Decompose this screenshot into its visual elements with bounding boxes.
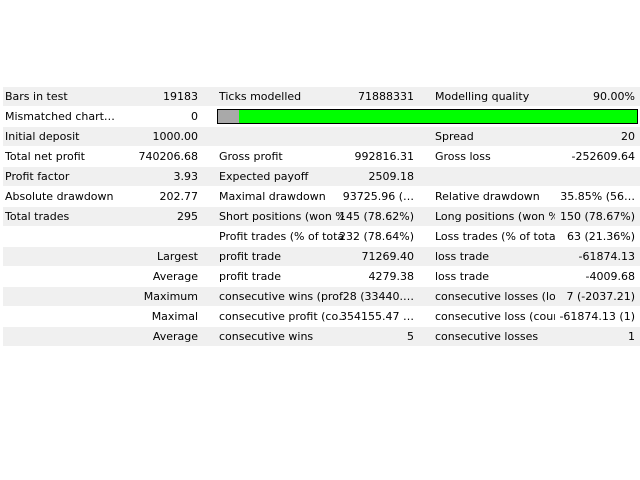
- row-label: [435, 167, 555, 186]
- report-row: Largest profit trade 71269.40 loss trade -61…: [3, 247, 640, 267]
- row-value: 232 (78.64%): [338, 230, 414, 243]
- report-row: Absolute drawdown 202.77 Maximal drawdown 9…: [3, 187, 640, 207]
- row-label: Initial deposit: [5, 130, 80, 143]
- row-value: -61874.13: [578, 250, 635, 263]
- row-label: [5, 247, 125, 266]
- row-label: Maximal drawdown: [219, 190, 326, 203]
- row-value: 145 (78.62%): [338, 210, 414, 223]
- row-value: 35.85% (56…: [560, 190, 635, 203]
- report-row: Average consecutive wins 5 consecutive loss…: [3, 327, 640, 347]
- report-row: Bars in test 19183 Ticks modelled 71888331 M…: [3, 87, 640, 107]
- row-value: [113, 227, 198, 246]
- row-label: profit trade: [219, 270, 282, 283]
- row-label: consecutive profit (co…: [219, 310, 344, 323]
- report-row: Maximum consecutive wins (prof… 28 (33440.…: [3, 287, 640, 307]
- row-value: 1000.00: [152, 130, 199, 143]
- row-value: 150 (78.67%): [559, 210, 635, 223]
- row-label: Short positions (won %): [219, 210, 344, 223]
- row-value: -4009.68: [585, 270, 635, 283]
- modelling-quality-bar-fill: [238, 110, 637, 123]
- row-label: Long positions (won %): [435, 210, 555, 223]
- report-row: Total trades 295 Short positions (won %) 14…: [3, 207, 640, 227]
- row-label: Modelling quality: [435, 90, 530, 103]
- row-label: consecutive loss (coun…: [435, 310, 555, 323]
- report-row: Profit factor 3.93 Expected payoff 2509.18: [3, 167, 640, 187]
- report-row: Profit trades (% of total) 232 (78.64%) Lo…: [3, 227, 640, 247]
- row-label: profit trade: [219, 250, 282, 263]
- row-label: consecutive wins (prof…: [219, 290, 344, 303]
- row-label: Gross profit: [219, 150, 283, 163]
- row-value: 63 (21.36%): [566, 230, 635, 243]
- row-label: [5, 287, 125, 306]
- row-value: Average: [152, 330, 198, 343]
- row-value: 5: [407, 330, 414, 343]
- row-value: 4279.38: [368, 270, 415, 283]
- row-label: loss trade: [435, 250, 490, 263]
- row-label: Total net profit: [5, 150, 85, 163]
- row-value: 3.93: [173, 170, 199, 183]
- row-label: consecutive wins: [219, 330, 314, 343]
- row-value: 992816.31: [354, 150, 415, 163]
- row-value: Maximum: [143, 290, 198, 303]
- row-label: [5, 267, 125, 286]
- row-value: 354155.47 …: [340, 310, 414, 323]
- row-label: loss trade: [435, 270, 490, 283]
- report-row: Mismatched chart… 0: [3, 107, 640, 127]
- report-row: Total net profit 740206.68 Gross profit 992…: [3, 147, 640, 167]
- row-label: [5, 227, 125, 246]
- row-label: Spread: [435, 130, 474, 143]
- row-label: [5, 307, 125, 326]
- row-label: Relative drawdown: [435, 190, 540, 203]
- row-value: -61874.13 (1): [559, 310, 635, 323]
- row-label: Profit trades (% of total): [219, 230, 344, 243]
- row-label: Profit factor: [5, 170, 70, 183]
- report-row: Initial deposit 1000.00 Spread 20: [3, 127, 640, 147]
- modelling-quality-bar: [217, 109, 638, 124]
- row-label: consecutive losses (lo…: [435, 290, 555, 303]
- row-value: 71888331: [358, 90, 414, 103]
- report-row: Average profit trade 4279.38 loss trade -400…: [3, 267, 640, 287]
- row-label: Ticks modelled: [219, 90, 302, 103]
- row-value: 28 (33440.…: [342, 290, 414, 303]
- row-value: 20: [621, 130, 635, 143]
- row-value: 90.00%: [593, 90, 635, 103]
- row-value: [333, 127, 414, 146]
- report-row: Maximal consecutive profit (co… 354155.47 …: [3, 307, 640, 327]
- row-label: Absolute drawdown: [5, 190, 114, 203]
- row-label: Loss trades (% of total): [435, 230, 555, 243]
- row-value: Average: [152, 270, 198, 283]
- row-value: 202.77: [159, 190, 199, 203]
- row-value: 0: [191, 110, 198, 123]
- row-label: Total trades: [5, 210, 70, 223]
- row-value: Largest: [157, 250, 198, 263]
- row-label: Bars in test: [5, 90, 68, 103]
- row-value: 2509.18: [368, 170, 415, 183]
- row-value: 19183: [163, 90, 198, 103]
- row-value: Maximal: [151, 310, 198, 323]
- row-value: 93725.96 (…: [342, 190, 414, 203]
- row-value: 740206.68: [138, 150, 199, 163]
- row-label: [219, 127, 344, 146]
- row-value: 295: [177, 210, 198, 223]
- row-label: consecutive losses: [435, 330, 539, 343]
- row-label: Gross loss: [435, 150, 491, 163]
- row-label: Mismatched chart…: [5, 110, 115, 123]
- row-value: 71269.40: [361, 250, 415, 263]
- row-value: -252609.64: [571, 150, 635, 163]
- row-value: [543, 167, 635, 186]
- row-value: 7 (-2037.21): [566, 290, 635, 303]
- test-report-table: Bars in test 19183 Ticks modelled 71888331 M…: [3, 87, 640, 347]
- row-label: [5, 327, 125, 346]
- row-label: Expected payoff: [219, 170, 309, 183]
- row-value: 1: [628, 330, 635, 343]
